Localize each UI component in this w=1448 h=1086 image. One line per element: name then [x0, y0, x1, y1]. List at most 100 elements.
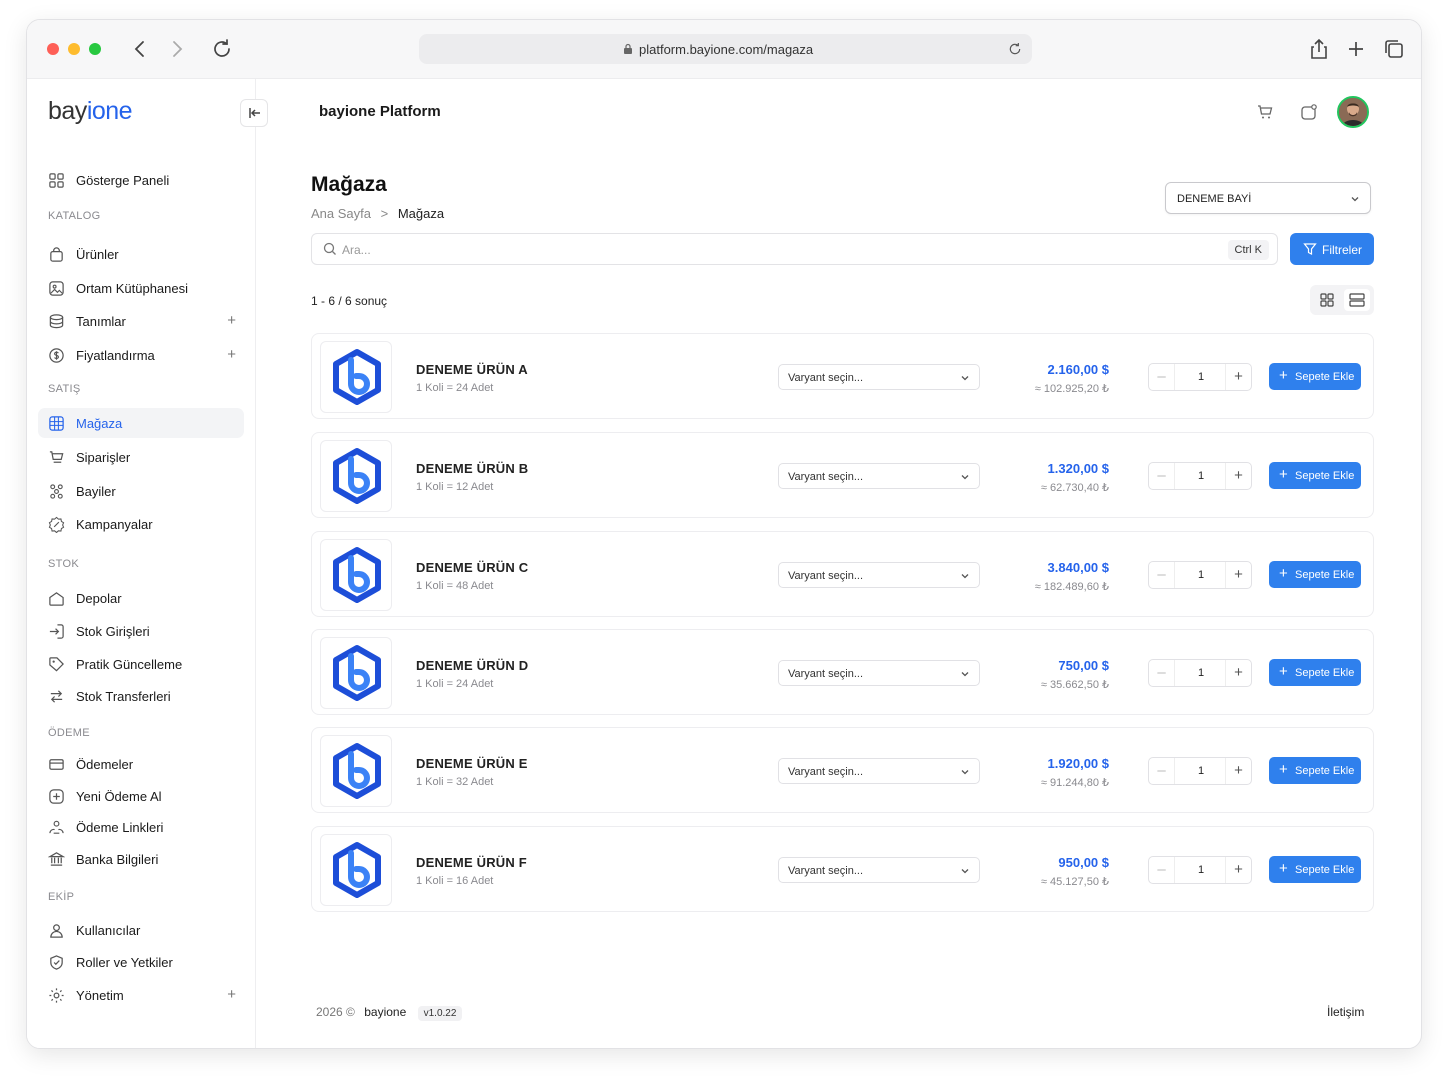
- product-name[interactable]: DENEME ÜRÜN C: [416, 560, 528, 575]
- decrease-quantity-button[interactable]: –: [1149, 364, 1175, 390]
- chevron-down-icon: [1351, 197, 1359, 202]
- sidebar-item-urunler[interactable]: Ürünler: [38, 239, 244, 269]
- sidebar-item-odeme-linkleri[interactable]: Ödeme Linkleri: [38, 812, 244, 842]
- add-to-cart-button[interactable]: + Sepete Ekle: [1269, 757, 1361, 784]
- plus-icon: +: [1279, 565, 1288, 582]
- product-price-try: ≈ 35.662,50 ₺: [1040, 679, 1109, 691]
- increase-quantity-button[interactable]: +: [1225, 364, 1251, 390]
- sidebar-item-stok-transferleri[interactable]: Stok Transferleri: [38, 681, 244, 711]
- quantity-input[interactable]: 1: [1176, 463, 1226, 489]
- expand-plus-icon[interactable]: +: [227, 312, 236, 329]
- quantity-input[interactable]: 1: [1176, 660, 1226, 686]
- product-logo-icon: [333, 842, 381, 898]
- add-to-cart-button[interactable]: + Sepete Ekle: [1269, 561, 1361, 588]
- add-to-cart-button[interactable]: + Sepete Ekle: [1269, 363, 1361, 390]
- product-name[interactable]: DENEME ÜRÜN E: [416, 756, 528, 771]
- variant-select[interactable]: Varyant seçin...: [778, 660, 980, 686]
- bag-icon: [50, 247, 63, 262]
- list-view-button[interactable]: [1344, 289, 1370, 311]
- cart-icon[interactable]: [1256, 103, 1274, 121]
- add-to-cart-button[interactable]: + Sepete Ekle: [1269, 856, 1361, 883]
- decrease-quantity-button[interactable]: –: [1149, 562, 1175, 588]
- sidebar-item-banka[interactable]: Banka Bilgileri: [38, 844, 244, 874]
- minimize-window-button[interactable]: [68, 43, 80, 55]
- sidebar-item-dashboard[interactable]: Gösterge Paneli: [38, 165, 244, 195]
- sidebar-item-pratik[interactable]: Pratik Güncelleme: [38, 649, 244, 679]
- increase-quantity-button[interactable]: +: [1225, 463, 1251, 489]
- product-name[interactable]: DENEME ÜRÜN B: [416, 461, 528, 476]
- sidebar-item-magaza[interactable]: Mağaza: [38, 408, 244, 438]
- sidebar-item-ortam[interactable]: Ortam Kütüphanesi: [38, 273, 244, 303]
- quantity-input[interactable]: 1: [1176, 364, 1226, 390]
- plus-icon: +: [1279, 663, 1288, 680]
- filters-label: Filtreler: [1322, 243, 1363, 257]
- decrease-quantity-button[interactable]: –: [1149, 857, 1175, 883]
- notification-icon[interactable]: [1300, 103, 1318, 121]
- filters-button[interactable]: Filtreler: [1290, 233, 1374, 265]
- sidebar-item-yeni-odeme[interactable]: Yeni Ödeme Al: [38, 781, 244, 811]
- sidebar-item-kullanicilar[interactable]: Kullanıcılar: [38, 915, 244, 945]
- product-thumbnail[interactable]: [320, 440, 392, 512]
- quantity-input[interactable]: 1: [1176, 857, 1226, 883]
- quantity-input[interactable]: 1: [1176, 562, 1226, 588]
- brand-logo[interactable]: bayione: [48, 97, 133, 126]
- forward-icon[interactable]: [165, 37, 189, 61]
- sidebar-item-depolar[interactable]: Depolar: [38, 583, 244, 613]
- sidebar-item-odemeler[interactable]: Ödemeler: [38, 749, 244, 779]
- contact-link[interactable]: İletişim: [1327, 1005, 1364, 1019]
- product-card: DENEME ÜRÜN E 1 Koli = 32 Adet Varyant s…: [311, 727, 1374, 813]
- dealer-select[interactable]: DENEME BAYİ: [1165, 182, 1371, 214]
- breadcrumb-home[interactable]: Ana Sayfa: [311, 206, 371, 221]
- address-bar[interactable]: platform.bayione.com/magaza: [419, 34, 1032, 64]
- product-name[interactable]: DENEME ÜRÜN A: [416, 362, 528, 377]
- product-thumbnail[interactable]: [320, 341, 392, 413]
- sidebar-item-stok-girisleri[interactable]: Stok Girişleri: [38, 616, 244, 646]
- expand-plus-icon[interactable]: +: [227, 986, 236, 1003]
- sidebar-item-roller[interactable]: Roller ve Yetkiler: [38, 947, 244, 977]
- sidebar-item-bayiler[interactable]: Bayiler: [38, 476, 244, 506]
- variant-select[interactable]: Varyant seçin...: [778, 758, 980, 784]
- page-reload-icon[interactable]: [1007, 41, 1023, 57]
- decrease-quantity-button[interactable]: –: [1149, 463, 1175, 489]
- sidebar-item-siparisler[interactable]: Siparişler: [38, 442, 244, 472]
- user-avatar[interactable]: [1337, 96, 1369, 128]
- increase-quantity-button[interactable]: +: [1225, 660, 1251, 686]
- product-thumbnail[interactable]: [320, 834, 392, 906]
- close-window-button[interactable]: [47, 43, 59, 55]
- sidebar-item-kampanyalar[interactable]: Kampanyalar: [38, 509, 244, 539]
- new-tab-icon[interactable]: [1344, 37, 1368, 61]
- grid-view-button[interactable]: [1314, 289, 1340, 311]
- variant-select[interactable]: Varyant seçin...: [778, 562, 980, 588]
- reload-icon[interactable]: [210, 37, 234, 61]
- product-thumbnail[interactable]: [320, 539, 392, 611]
- sidebar-item-yonetim[interactable]: Yönetim +: [38, 980, 244, 1010]
- footer-copyright: 2026 © bayione v1.0.22: [316, 1005, 463, 1021]
- sidebar-item-label: Banka Bilgileri: [76, 852, 159, 867]
- increase-quantity-button[interactable]: +: [1225, 562, 1251, 588]
- expand-plus-icon[interactable]: +: [227, 346, 236, 363]
- add-to-cart-button[interactable]: + Sepete Ekle: [1269, 659, 1361, 686]
- product-thumbnail[interactable]: [320, 735, 392, 807]
- product-pack-info: 1 Koli = 24 Adet: [416, 678, 494, 690]
- page-title: Mağaza: [311, 173, 387, 196]
- variant-select[interactable]: Varyant seçin...: [778, 364, 980, 390]
- add-to-cart-button[interactable]: + Sepete Ekle: [1269, 462, 1361, 489]
- decrease-quantity-button[interactable]: –: [1149, 758, 1175, 784]
- increase-quantity-button[interactable]: +: [1225, 857, 1251, 883]
- tabs-overview-icon[interactable]: [1382, 37, 1406, 61]
- sidebar-item-label: Pratik Güncelleme: [76, 657, 183, 672]
- variant-select[interactable]: Varyant seçin...: [778, 857, 980, 883]
- share-icon[interactable]: [1307, 37, 1331, 61]
- search-input[interactable]: Ara... Ctrl K: [311, 233, 1278, 265]
- increase-quantity-button[interactable]: +: [1225, 758, 1251, 784]
- product-name[interactable]: DENEME ÜRÜN D: [416, 658, 528, 673]
- variant-select[interactable]: Varyant seçin...: [778, 463, 980, 489]
- product-name[interactable]: DENEME ÜRÜN F: [416, 855, 527, 870]
- sidebar-item-fiyatlandirma[interactable]: Fiyatlandırma +: [38, 340, 244, 370]
- maximize-window-button[interactable]: [89, 43, 101, 55]
- back-icon[interactable]: [128, 37, 152, 61]
- quantity-input[interactable]: 1: [1176, 758, 1226, 784]
- decrease-quantity-button[interactable]: –: [1149, 660, 1175, 686]
- sidebar-item-tanimlar[interactable]: Tanımlar +: [38, 306, 244, 336]
- product-thumbnail[interactable]: [320, 637, 392, 709]
